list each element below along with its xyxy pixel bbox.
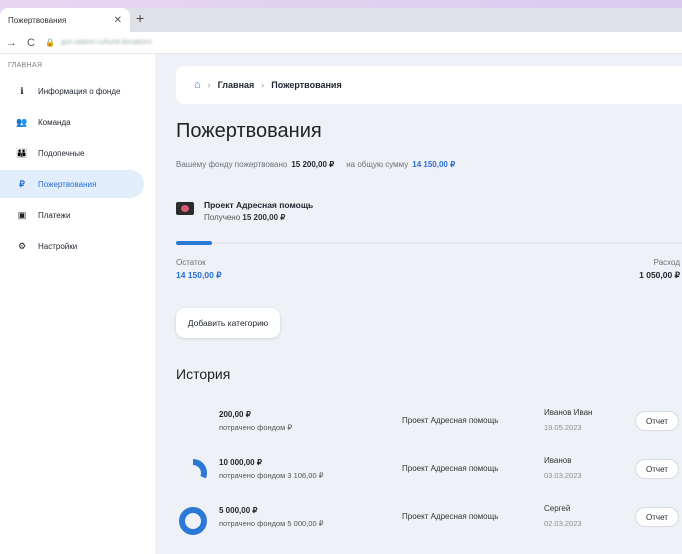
balance-value: 14 150,00 ₽ [176, 270, 222, 280]
tab-strip: Пожертвования ✕ + [0, 8, 682, 32]
sidebar-item-label: Настройки [38, 241, 78, 251]
tab-title: Пожертвования [8, 15, 67, 25]
history-project: Проект Адресная помощь [402, 416, 499, 425]
breadcrumb-home[interactable]: Главная [218, 80, 255, 90]
team-icon: 👥 [16, 116, 28, 127]
history-project: Проект Адресная помощь [402, 512, 499, 521]
history-date: 03.03.2023 [544, 471, 582, 480]
sidebar-item-label: Информация о фонде [38, 86, 121, 96]
history-spent: потрачено фондом ₽ [219, 423, 293, 432]
info-icon: ℹ [20, 85, 24, 96]
donation-summary: Вашему фонду пожертвовано 15 200,00 ₽ на… [176, 160, 455, 169]
history-project: Проект Адресная помощь [402, 464, 499, 473]
history-spent: потрачено фондом 3 106,00 ₽ [219, 471, 324, 480]
project-name: Проект Адресная помощь [204, 200, 314, 210]
project-thumbnail [176, 202, 194, 215]
reload-icon[interactable]: C [27, 37, 35, 49]
spent-donut-chart [179, 507, 207, 535]
add-category-button[interactable]: Добавить категорию [176, 308, 280, 338]
project-card[interactable]: Проект Адресная помощь Получено 15 200,0… [176, 200, 313, 222]
history-donor: Сергей [544, 504, 571, 513]
browser-window: Пожертвования ✕ + → C 🔒 gun.sdamn.ru/fun… [0, 8, 682, 554]
expense-value: 1 050,00 ₽ [639, 270, 680, 280]
home-icon[interactable]: ⌂ [194, 79, 201, 91]
main-content: ⌂ › Главная › Пожертвования Пожертвовани… [155, 54, 682, 554]
close-tab-icon[interactable]: ✕ [114, 15, 122, 26]
report-button[interactable]: Отчет [635, 459, 679, 479]
breadcrumb: ⌂ › Главная › Пожертвования [176, 66, 682, 104]
payments-icon: ▣ [17, 209, 27, 220]
new-tab-icon[interactable]: + [136, 10, 144, 26]
gear-icon: ⚙ [17, 240, 27, 251]
report-button[interactable]: Отчет [635, 507, 679, 527]
sidebar-item-payments[interactable]: ▣ Платежи [0, 201, 155, 229]
spent-donut-chart [179, 459, 207, 487]
sidebar-item-label: Команда [38, 117, 71, 127]
history-date: 19.05.2023 [544, 423, 582, 432]
summary-total-label: на общую сумму [346, 160, 409, 169]
history-date: 02.03.2023 [544, 519, 582, 528]
sidebar-item-label: Подопечные [38, 148, 85, 158]
lock-icon: 🔒 [44, 38, 55, 47]
breadcrumb-current: Пожертвования [271, 80, 342, 90]
wards-icon: 👪 [16, 147, 28, 158]
sidebar: ГЛАВНАЯ ℹ Информация о фонде 👥 Команда 👪 Подо… [0, 54, 155, 554]
page-title: Пожертвования [176, 120, 322, 142]
received-label: Получено [204, 213, 241, 222]
history-row: 5 000,00 ₽ потрачено фондом 5 000,00 ₽ Про… [176, 500, 682, 544]
sidebar-item-label: Пожертвования [38, 179, 97, 189]
sidebar-item-wards[interactable]: 👪 Подопечные [0, 139, 155, 167]
history-title: История [176, 366, 231, 382]
history-spent: потрачено фондом 5 000,00 ₽ [219, 519, 324, 528]
report-button[interactable]: Отчет [635, 411, 679, 431]
browser-tab[interactable]: Пожертвования ✕ [0, 8, 130, 32]
project-progress-fill [176, 241, 212, 245]
project-received: Получено 15 200,00 ₽ [204, 213, 313, 222]
sidebar-item-gear[interactable]: ⚙ Настройки [0, 232, 155, 260]
url-field[interactable]: 🔒 gun.sdamn.ru/fund-donations [45, 38, 676, 47]
history-row: 10 000,00 ₽ потрачено фондом 3 106,00 ₽ Пр… [176, 452, 682, 496]
back-icon[interactable]: → [6, 37, 17, 49]
history-donor: Иванов [544, 456, 572, 465]
breadcrumb-separator: › [261, 80, 265, 90]
sidebar-item-ruble[interactable]: ₽ Пожертвования [0, 170, 144, 198]
breadcrumb-separator: › [207, 80, 211, 90]
project-progress-bar [176, 241, 682, 245]
address-bar: → C 🔒 gun.sdamn.ru/fund-donations [0, 32, 682, 54]
history-amount: 10 000,00 ₽ [219, 458, 262, 467]
sidebar-item-info[interactable]: ℹ Информация о фонде [0, 77, 155, 105]
summary-total-value: 14 150,00 ₽ [412, 160, 456, 169]
sidebar-item-team[interactable]: 👥 Команда [0, 108, 155, 136]
history-amount: 5 000,00 ₽ [219, 506, 258, 515]
spent-donut-chart [179, 411, 207, 439]
sidebar-item-label: Платежи [38, 210, 71, 220]
ruble-icon: ₽ [19, 178, 25, 189]
summary-donated-value: 15 200,00 ₽ [291, 160, 335, 169]
balance-label: Остаток [176, 258, 206, 267]
sidebar-section-title: ГЛАВНАЯ [8, 62, 43, 69]
history-amount: 200,00 ₽ [219, 410, 251, 419]
url-text: gun.sdamn.ru/fund-donations [60, 39, 152, 46]
history-donor: Иванов Иван [544, 408, 593, 417]
history-row: 200,00 ₽ потрачено фондом ₽ Проект Адресна… [176, 404, 682, 448]
expense-label: Расход [653, 258, 680, 267]
summary-label: Вашему фонду пожертвовано [176, 160, 288, 169]
received-value: 15 200,00 ₽ [242, 213, 286, 222]
